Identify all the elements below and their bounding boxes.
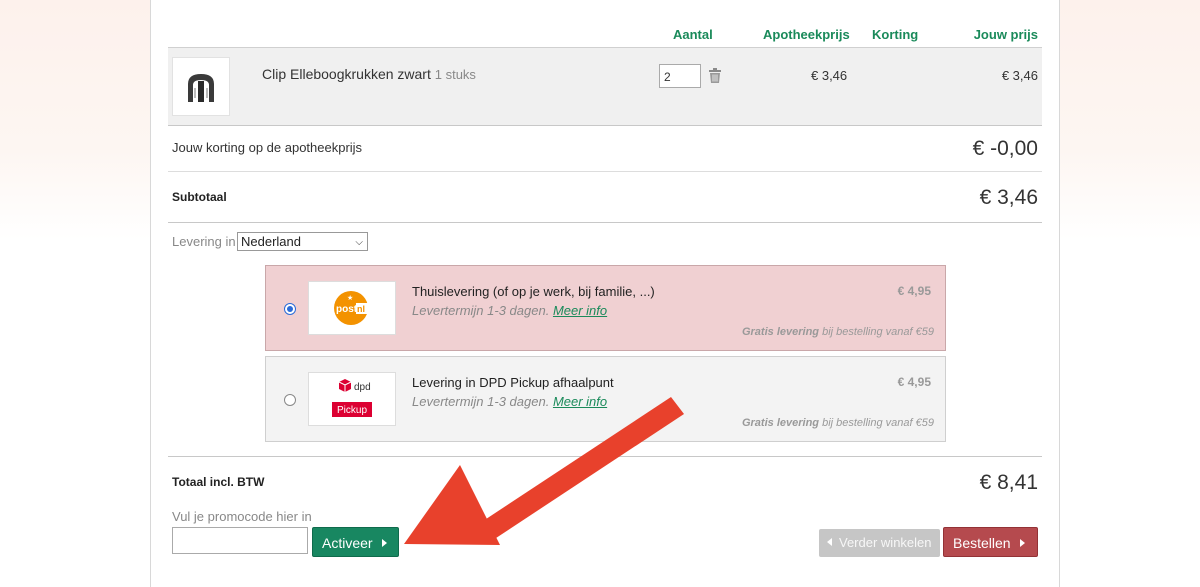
annotation-arrow-icon — [404, 397, 684, 545]
